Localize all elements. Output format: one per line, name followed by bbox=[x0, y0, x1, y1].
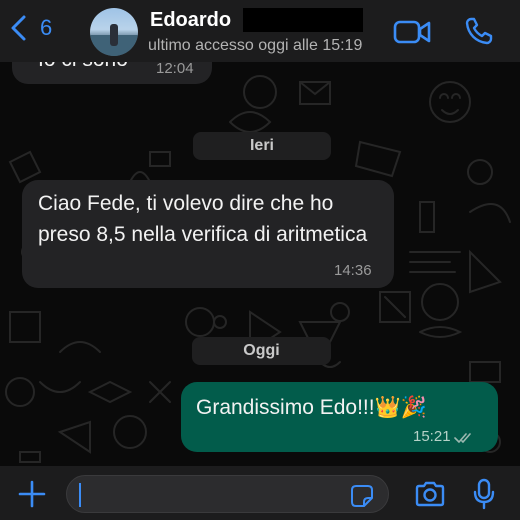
message-bubble-incoming[interactable]: Ciao Fede, ti volevo dire che ho preso 8… bbox=[22, 180, 394, 288]
phone-icon[interactable] bbox=[465, 17, 493, 45]
message-composer bbox=[0, 466, 520, 520]
chat-header: 6 Edoardo ultimo accesso oggi alle 15:19 bbox=[0, 0, 520, 62]
message-time: 12:04 bbox=[156, 62, 194, 77]
microphone-icon[interactable] bbox=[473, 478, 495, 510]
message-text: Io ci sono bbox=[38, 62, 128, 75]
last-seen-status: ultimo accesso oggi alle 15:19 bbox=[148, 37, 363, 54]
avatar[interactable] bbox=[90, 8, 138, 56]
contact-name[interactable]: Edoardo bbox=[150, 9, 231, 32]
plus-icon[interactable] bbox=[18, 480, 46, 508]
message-input[interactable] bbox=[66, 475, 389, 513]
video-call-icon[interactable] bbox=[393, 19, 431, 45]
message-text: Ciao Fede, ti volevo dire che ho preso 8… bbox=[38, 192, 368, 246]
message-time: 14:36 bbox=[334, 262, 372, 279]
unread-count: 6 bbox=[40, 15, 53, 40]
message-bubble-incoming[interactable]: Io ci sono 12:04 bbox=[12, 62, 212, 84]
message-list[interactable]: Io ci sono 12:04 Ieri Ciao Fede, ti vole… bbox=[0, 62, 520, 466]
chevron-left-icon bbox=[11, 15, 26, 41]
message-time: 15:21 bbox=[413, 428, 451, 445]
camera-icon[interactable] bbox=[414, 481, 446, 507]
double-check-icon bbox=[454, 433, 471, 443]
back-button[interactable]: 6 bbox=[8, 14, 52, 42]
day-separator: Oggi bbox=[192, 337, 331, 365]
day-separator: Ieri bbox=[193, 132, 331, 160]
redacted-surname bbox=[243, 8, 363, 32]
message-text: Grandissimo Edo!!!👑🎉 bbox=[196, 396, 427, 419]
sticker-icon[interactable] bbox=[350, 484, 374, 508]
message-bubble-outgoing[interactable]: Grandissimo Edo!!!👑🎉 15:21 bbox=[181, 382, 498, 452]
text-caret bbox=[79, 483, 81, 507]
